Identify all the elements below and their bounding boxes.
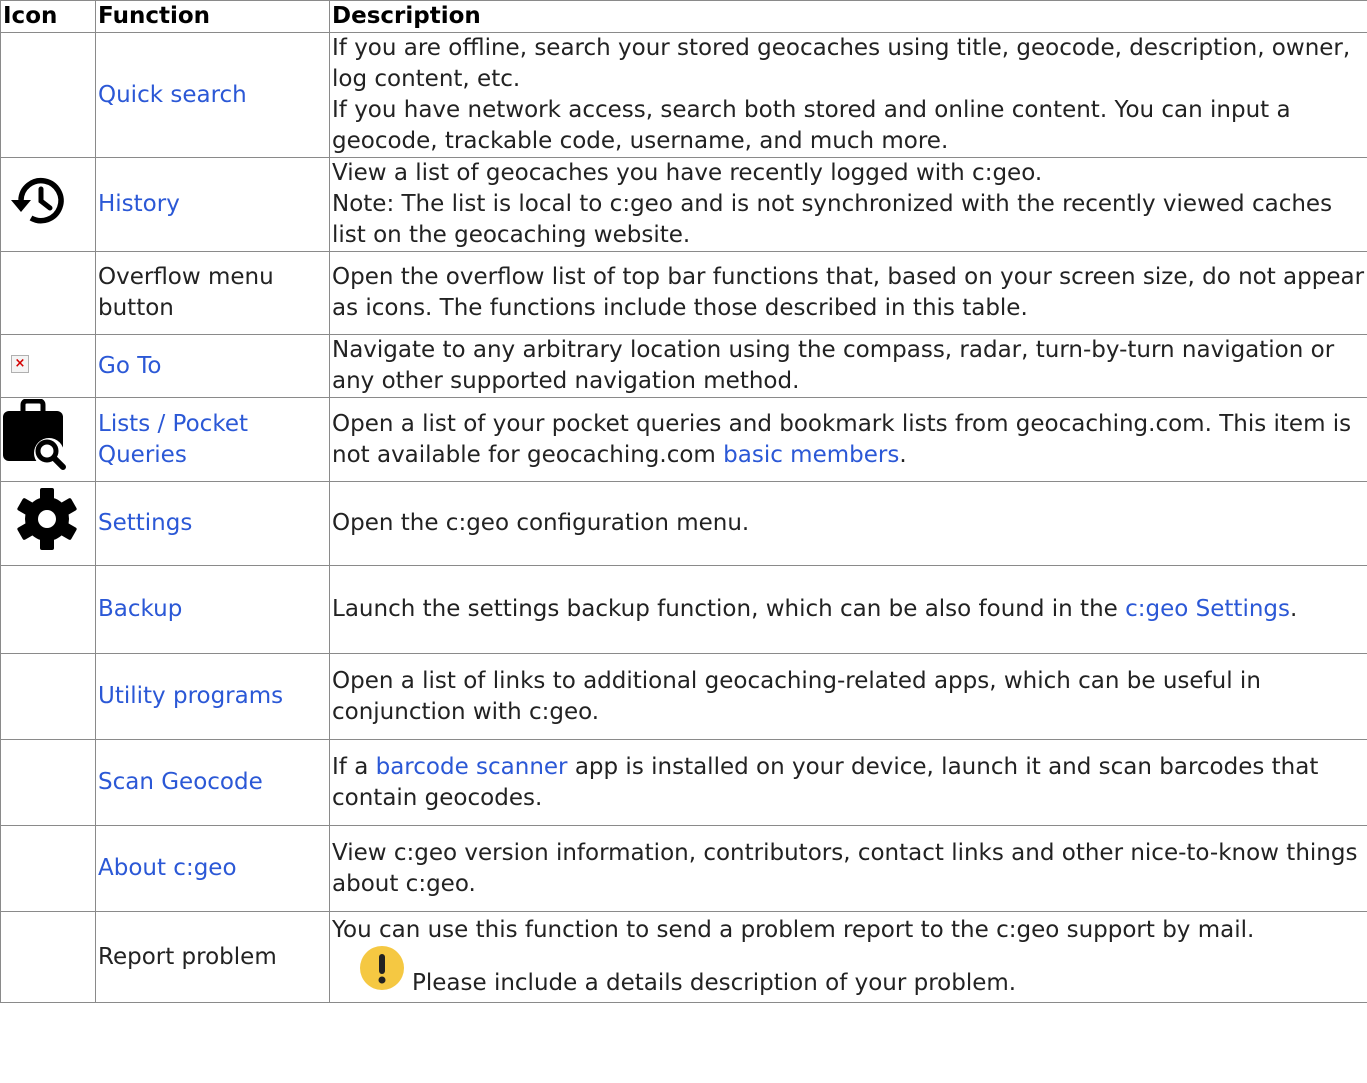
table-row: Settings Open the c:geo configuration me…	[0, 481, 1367, 566]
function-cell: Overflow menu button	[95, 251, 330, 335]
function-cell: Backup	[95, 565, 330, 654]
icon-cell	[0, 739, 96, 826]
note-box: Please include a details description of …	[332, 946, 1367, 999]
table-row: Lists / Pocket Queries Open a list of yo…	[0, 397, 1367, 482]
function-cell: Report problem	[95, 911, 330, 1003]
history-icon	[1, 170, 67, 239]
description-cell: View c:geo version information, contribu…	[329, 825, 1367, 912]
description-text: Open the overflow list of top bar functi…	[332, 264, 1365, 321]
function-cell: Lists / Pocket Queries	[95, 397, 330, 482]
function-cell: Scan Geocode	[95, 739, 330, 826]
settings-link[interactable]: Settings	[98, 510, 192, 536]
icon-cell	[0, 251, 96, 335]
description-text: If you have network access, search both …	[332, 97, 1291, 154]
function-cell: Quick search	[95, 32, 330, 158]
barcode-scanner-link[interactable]: barcode scanner	[376, 754, 568, 780]
functions-table: Icon Function Description Quick search I…	[0, 0, 1367, 1003]
history-link[interactable]: History	[98, 191, 180, 217]
quick-search-link[interactable]: Quick search	[98, 82, 247, 108]
table-row: Report problem You can use this function…	[0, 911, 1367, 1003]
table-row: Scan Geocode If a barcode scanner app is…	[0, 739, 1367, 826]
icon-cell	[0, 32, 96, 158]
table-row: Utility programs Open a list of links to…	[0, 653, 1367, 740]
function-cell: Utility programs	[95, 653, 330, 740]
icon-cell	[0, 565, 96, 654]
lists-pocket-queries-link[interactable]: Lists / Pocket Queries	[98, 411, 248, 468]
about-cgeo-link[interactable]: About c:geo	[98, 855, 237, 881]
table-row: Backup Launch the settings backup functi…	[0, 565, 1367, 654]
table-row: Quick search If you are offline, search …	[0, 32, 1367, 158]
description-cell: Open a list of your pocket queries and b…	[329, 397, 1367, 482]
header-function: Function	[95, 0, 330, 33]
function-cell: History	[95, 157, 330, 252]
basic-members-link[interactable]: basic members	[723, 442, 899, 468]
table-row: About c:geo View c:geo version informati…	[0, 825, 1367, 912]
description-cell: If you are offline, search your stored g…	[329, 32, 1367, 158]
description-text: Note: The list is local to c:geo and is …	[332, 191, 1333, 248]
description-cell: Navigate to any arbitrary location using…	[329, 334, 1367, 398]
go-to-link[interactable]: Go To	[98, 353, 161, 379]
icon-cell	[0, 481, 96, 566]
table-row: Overflow menu button Open the overflow l…	[0, 251, 1367, 335]
description-cell: You can use this function to send a prob…	[329, 911, 1367, 1003]
gear-icon	[13, 485, 81, 562]
scan-geocode-link[interactable]: Scan Geocode	[98, 769, 263, 795]
description-text: .	[899, 441, 907, 468]
header-icon: Icon	[0, 0, 96, 33]
description-cell: Open the overflow list of top bar functi…	[329, 251, 1367, 335]
description-text: Navigate to any arbitrary location using…	[332, 337, 1335, 394]
description-text: View c:geo version information, contribu…	[332, 839, 1358, 897]
icon-cell: ×	[0, 334, 96, 398]
header-description: Description	[329, 0, 1367, 33]
description-text: .	[1290, 596, 1298, 622]
backup-link[interactable]: Backup	[98, 596, 182, 622]
icon-cell	[0, 825, 96, 912]
table-header-row: Icon Function Description	[0, 0, 1367, 33]
briefcase-search-icon	[1, 398, 71, 480]
note-text: Please include a details description of …	[412, 970, 1017, 996]
icon-cell	[0, 157, 96, 252]
exclamation-icon	[360, 946, 404, 999]
description-text: If you are offline, search your stored g…	[332, 35, 1351, 92]
description-text: View a list of geocaches you have recent…	[332, 160, 1043, 186]
icon-cell	[0, 911, 96, 1003]
description-text: You can use this function to send a prob…	[332, 917, 1255, 943]
description-cell: Open a list of links to additional geoca…	[329, 653, 1367, 740]
function-cell: Go To	[95, 334, 330, 398]
description-text: If a	[332, 753, 376, 780]
broken-image-icon: ×	[11, 354, 29, 373]
description-cell: If a barcode scanner app is installed on…	[329, 739, 1367, 826]
description-text: Open the c:geo configuration menu.	[332, 510, 750, 536]
description-cell: Open the c:geo configuration menu.	[329, 481, 1367, 566]
icon-cell	[0, 397, 96, 482]
function-cell: Settings	[95, 481, 330, 566]
description-text: Open a list of links to additional geoca…	[332, 667, 1261, 725]
description-cell: Launch the settings backup function, whi…	[329, 565, 1367, 654]
table-row: × Go To Navigate to any arbitrary locati…	[0, 334, 1367, 398]
table-row: History View a list of geocaches you hav…	[0, 157, 1367, 252]
icon-cell	[0, 653, 96, 740]
function-cell: About c:geo	[95, 825, 330, 912]
description-text: Launch the settings backup function, whi…	[332, 596, 1126, 622]
description-cell: View a list of geocaches you have recent…	[329, 157, 1367, 252]
utility-programs-link[interactable]: Utility programs	[98, 683, 283, 709]
cgeo-settings-link[interactable]: c:geo Settings	[1125, 596, 1290, 622]
